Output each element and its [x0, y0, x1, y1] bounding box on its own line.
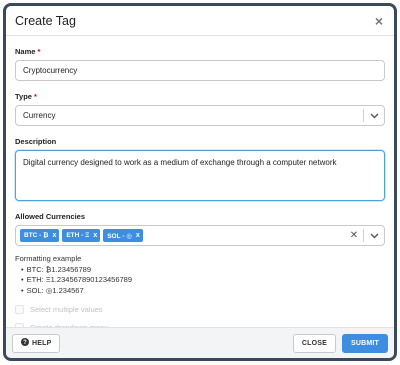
type-label-text: Type [15, 92, 32, 101]
chip-label: BTC - ₿ [24, 232, 49, 239]
name-input[interactable]: Cryptocurrency [15, 60, 385, 81]
type-select-value: Currency [23, 111, 56, 120]
modal-header: Create Tag × [6, 6, 394, 36]
help-button[interactable]: ? HELP [12, 333, 61, 353]
chip-list: BTC - ₿ x ETH - Ξ x SOL - ◎ x [20, 229, 345, 242]
formatting-item: SOL: ◎1.234567 [21, 286, 385, 297]
name-input-value: Cryptocurrency [23, 66, 78, 75]
close-icon[interactable]: × [372, 14, 386, 28]
create-tag-modal: Create Tag × Name * Cryptocurrency Type … [3, 3, 397, 361]
type-label: Type * [15, 92, 385, 101]
name-label-text: Name [15, 47, 36, 56]
submit-button[interactable]: SUBMIT [341, 333, 388, 353]
modal-footer: ? HELP CLOSE SUBMIT [6, 327, 394, 358]
type-select[interactable]: Currency [15, 105, 385, 126]
allowed-currencies-label: Allowed Currencies [15, 212, 385, 221]
modal-title: Create Tag [15, 13, 76, 28]
required-mark: * [37, 47, 41, 56]
name-label: Name * [15, 47, 385, 56]
allowed-currencies-select[interactable]: BTC - ₿ x ETH - Ξ x SOL - ◎ x ✕ [15, 225, 385, 246]
option-label: Select multiple values [30, 304, 103, 314]
chip-btc: BTC - ₿ x [20, 229, 60, 242]
chip-label: ETH - Ξ [66, 232, 90, 239]
chip-sol: SOL - ◎ x [103, 229, 143, 242]
help-icon: ? [21, 338, 29, 348]
chip-remove-icon[interactable]: x [93, 232, 97, 239]
formatting-item: BTC: ₿1.23456789 [21, 265, 385, 276]
description-label-text: Description [15, 137, 57, 146]
chip-eth: ETH - Ξ x [62, 229, 101, 242]
description-label: Description [15, 137, 385, 146]
chevron-down-icon[interactable] [364, 113, 384, 119]
formatting-heading: Formatting example [15, 254, 82, 263]
formatting-list: BTC: ₿1.23456789 ETH: Ξ1.234567890123456… [15, 265, 385, 297]
modal-body: Name * Cryptocurrency Type * Currency De… [6, 47, 394, 334]
chevron-down-icon[interactable] [364, 233, 384, 239]
svg-text:?: ? [23, 340, 27, 346]
description-textarea[interactable]: Digital currency designed to work as a m… [15, 150, 385, 201]
description-value: Digital currency designed to work as a m… [23, 158, 337, 167]
help-label: HELP [32, 339, 52, 347]
allowed-currencies-label-text: Allowed Currencies [15, 212, 86, 221]
chip-label: SOL - ◎ [107, 232, 132, 240]
checkbox [15, 304, 24, 314]
chip-remove-icon[interactable]: x [52, 232, 56, 239]
close-button[interactable]: CLOSE [292, 333, 336, 353]
chip-remove-icon[interactable]: x [136, 232, 140, 239]
formatting-example: Formatting example BTC: ₿1.23456789 ETH:… [15, 254, 385, 296]
required-mark: * [34, 92, 37, 101]
footer-actions: CLOSE SUBMIT [292, 333, 388, 353]
formatting-item: ETH: Ξ1.234567890123456789 [21, 275, 385, 286]
option-multiple-values: Select multiple values [15, 302, 385, 316]
clear-icon[interactable]: ✕ [345, 230, 363, 241]
